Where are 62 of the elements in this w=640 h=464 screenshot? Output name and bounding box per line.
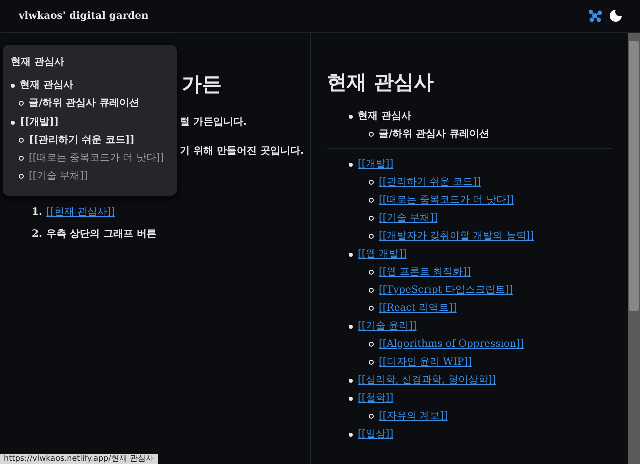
list-number: 1.: [32, 206, 42, 220]
page-link[interactable]: [[웹 프론트 최적화]]: [379, 265, 471, 280]
page-link[interactable]: [[개발자가 갖춰야할 개발의 능력]]: [379, 229, 534, 244]
bullet-icon: [11, 120, 15, 124]
page-link[interactable]: [[때로는 중복코드가 더 낫다]]: [379, 193, 514, 208]
bullet-icon: [369, 180, 374, 185]
bullet-icon: [349, 252, 353, 256]
bullet-icon: [349, 114, 353, 118]
list-item-text: 우측 상단의 그래프 버튼: [46, 228, 157, 242]
page-link[interactable]: [[관리하기 쉬운 코드]]: [379, 175, 481, 190]
bullet-icon: [369, 270, 374, 275]
bullet-icon: [369, 132, 374, 137]
bullet-icon: [369, 414, 374, 419]
bullet-icon: [369, 234, 374, 239]
page-link[interactable]: [[기술 윤리]]: [358, 319, 417, 334]
page-link[interactable]: [[Algorithms of Oppression]]: [379, 337, 524, 352]
page-link[interactable]: [[심리학, 신경과학, 형이상학]]: [358, 373, 496, 388]
list-item-text: 현재 관심사: [358, 110, 412, 124]
bullet-icon: [349, 378, 353, 382]
status-url: https://vlwkaos.netlify.app/현재 관심사: [0, 454, 158, 464]
paragraph: 털 가든입니다.: [180, 116, 248, 130]
bullet-icon: [11, 84, 15, 88]
scrollbar[interactable]: [628, 33, 640, 464]
list-number: 2.: [32, 228, 42, 242]
page-link[interactable]: [[일상]]: [358, 427, 394, 442]
bullet-icon: [349, 396, 353, 400]
list-item-text: 글/하위 관심사 큐레이션: [379, 128, 490, 142]
bullet-icon: [369, 198, 374, 203]
paragraph: 기 위해 만들어진 곳입니다.: [180, 145, 305, 159]
bullet-icon: [19, 138, 24, 143]
bullet-icon: [369, 360, 374, 365]
page-link[interactable]: [[철학]]: [358, 391, 394, 406]
page-link[interactable]: [[디자인 윤리 WIP]]: [379, 355, 472, 370]
page-link[interactable]: [[TypeScript 타입스크립트]]: [379, 283, 514, 298]
bullet-icon: [19, 101, 24, 106]
bullet-icon: [349, 324, 353, 328]
site-title[interactable]: vlwkaos' digital garden: [19, 10, 149, 22]
moon-icon[interactable]: [610, 10, 622, 22]
graph-icon[interactable]: [589, 10, 602, 22]
list-item-text: [[관리하기 쉬운 코드]]: [29, 134, 135, 148]
bullet-icon: [19, 156, 24, 161]
bullet-icon: [369, 288, 374, 293]
page-link[interactable]: [[자유의 계보]]: [379, 409, 448, 424]
page-heading: 가든: [182, 71, 223, 97]
list-item-text: [[개발]]: [20, 116, 59, 130]
page-link[interactable]: [[React 리액트]]: [379, 301, 457, 316]
page-heading: 현재 관심사: [327, 69, 435, 95]
list-item-text: 현재 관심사: [20, 79, 74, 93]
page-link[interactable]: [[개발]]: [358, 157, 394, 172]
page-link[interactable]: [[기술 부채]]: [379, 211, 438, 226]
page-link[interactable]: [[현재 관심사]]: [46, 205, 116, 220]
bullet-icon: [369, 216, 374, 221]
list-item-text: [[때로는 중복코드가 더 낫다]]: [29, 152, 164, 166]
page-link[interactable]: [[웹 개발]]: [358, 247, 407, 262]
list-item-text: 글/하위 관심사 큐레이션: [29, 97, 140, 111]
list-item-text: [[기술 부채]]: [29, 170, 88, 184]
popover-title: 현재 관심사: [11, 56, 66, 70]
bullet-icon: [19, 174, 24, 179]
bullet-icon: [349, 432, 353, 436]
bullet-icon: [349, 162, 353, 166]
bullet-icon: [369, 306, 374, 311]
bullet-icon: [369, 342, 374, 347]
